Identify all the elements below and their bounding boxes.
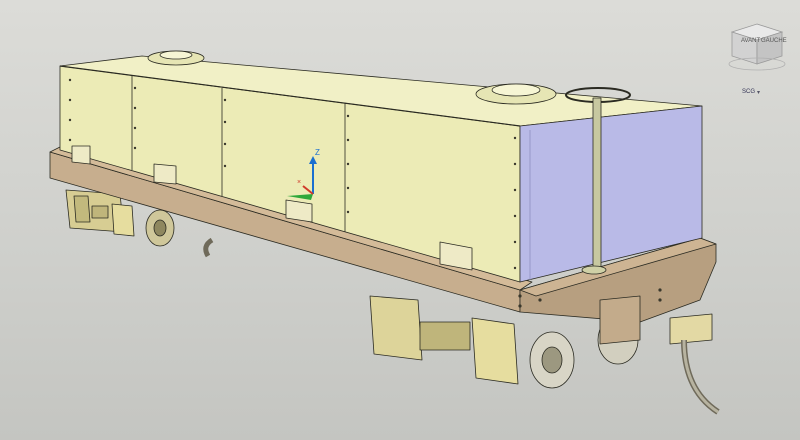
wcs-label: SCG [742, 89, 756, 95]
model-viewport[interactable]: AVANT GAUCHE SCG ▾ × Z [0, 0, 800, 440]
ucs-axis-icon: × [287, 156, 317, 200]
viewcube-face-left[interactable]: GAUCHE [761, 38, 787, 44]
coupler [669, 313, 713, 345]
viewcube-face-front[interactable]: AVANT [741, 38, 760, 44]
svg-text:×: × [297, 179, 301, 186]
tank-wagon-model[interactable] [0, 0, 800, 440]
filler-pipe [592, 97, 602, 269]
wcs-menu[interactable]: SCG ▾ [742, 86, 760, 98]
ucs-z-label: Z [315, 148, 320, 157]
viewcube-icon[interactable] [726, 20, 788, 72]
chevron-down-icon: ▾ [757, 89, 761, 96]
